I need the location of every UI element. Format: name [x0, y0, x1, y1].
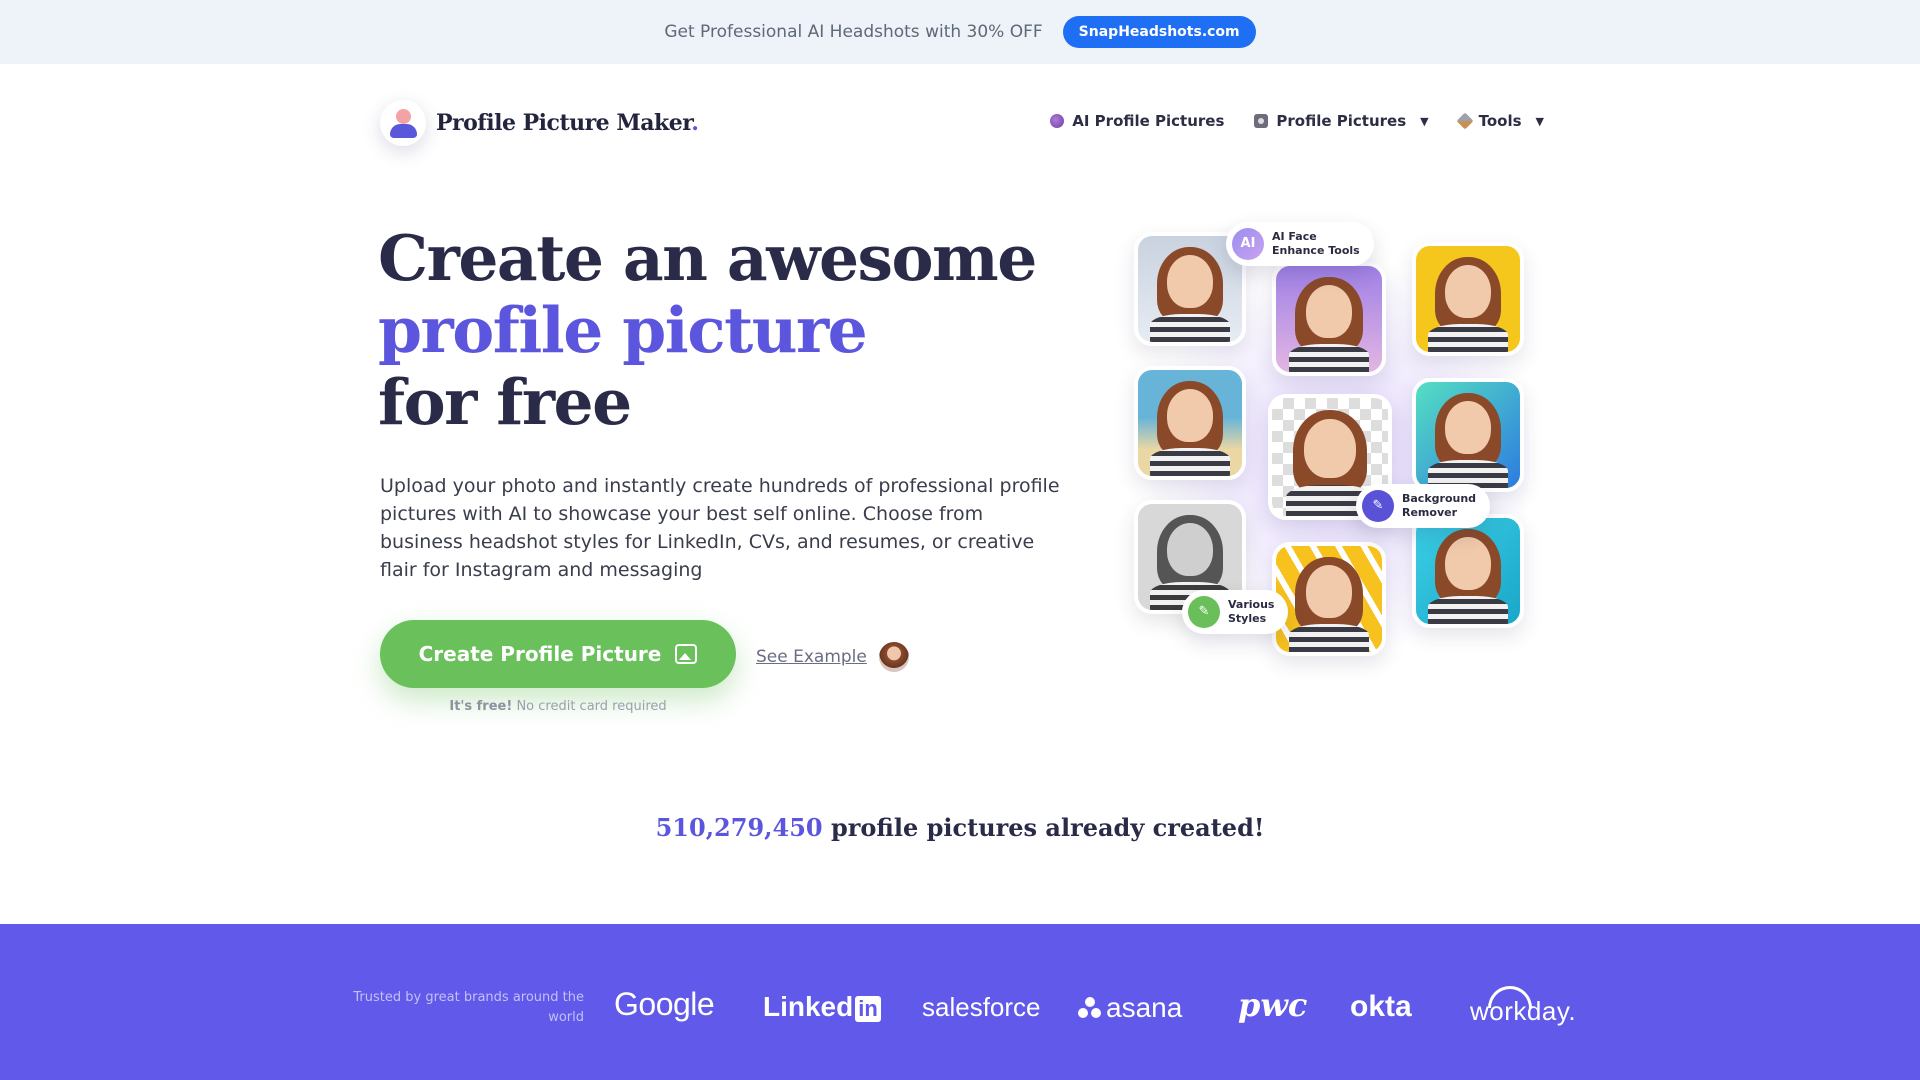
background-remover-badge: ✎ Background Remover: [1356, 484, 1491, 528]
chevron-down-icon: ▼: [1535, 114, 1544, 128]
cta-label: Create Profile Picture: [418, 642, 662, 666]
pwc-logo: pwc: [1238, 986, 1308, 1024]
example-photo-tile: [1412, 242, 1524, 356]
okta-logo: okta: [1350, 990, 1412, 1023]
linkedin-logo: Linked in: [763, 991, 881, 1023]
various-styles-badge: ✎ Various Styles: [1182, 590, 1289, 634]
magic-wand-icon: ✎: [1362, 490, 1394, 522]
example-photo-tile: [1134, 366, 1246, 480]
example-collage: AI AI Face Enhance Tools ✎ Background Remo…: [1120, 220, 1540, 690]
see-example-text: See Example: [756, 647, 867, 667]
brush-icon: ✎: [1188, 596, 1220, 628]
ai-icon: AI: [1232, 228, 1264, 260]
nav-label: AI Profile Pictures: [1072, 112, 1225, 130]
promo-text: Get Professional AI Headshots with 30% O…: [664, 22, 1043, 42]
nav-label: Tools: [1478, 112, 1522, 130]
pictures-created-counter: 510,279,450 profile pictures already cre…: [0, 813, 1920, 842]
google-logo: Google: [614, 986, 715, 1022]
asana-logo: asana: [1078, 992, 1182, 1024]
ai-face-enhance-badge: AI AI Face Enhance Tools: [1226, 222, 1374, 266]
hero-description: Upload your photo and instantly create h…: [380, 475, 1060, 581]
counter-number: 510,279,450: [655, 813, 823, 842]
example-avatar: [878, 642, 909, 672]
nav-tools[interactable]: Tools ▼: [1456, 112, 1544, 130]
promo-button[interactable]: SnapHeadshots.com: [1062, 16, 1256, 48]
brain-icon: [1050, 114, 1065, 128]
camera-icon: [1254, 114, 1269, 128]
nav-profile-pictures[interactable]: Profile Pictures ▼: [1254, 112, 1429, 130]
nav-ai-profile-pictures[interactable]: AI Profile Pictures: [1050, 112, 1224, 130]
hero-title-line1: Create an awesome: [378, 221, 1037, 295]
example-photo-tile: [1272, 262, 1386, 376]
workday-logo: workday.: [1470, 986, 1576, 1027]
main-nav: AI Profile Pictures Profile Pictures ▼ T…: [1050, 112, 1544, 130]
see-example-link[interactable]: See Example: [756, 642, 909, 672]
logo-text: Profile Picture Maker.: [436, 110, 699, 136]
nav-label: Profile Pictures: [1276, 112, 1407, 130]
promo-bar: Get Professional AI Headshots with 30% O…: [0, 0, 1920, 64]
example-photo-tile: [1412, 378, 1524, 492]
hero-title-line2: profile picture: [378, 293, 868, 367]
create-profile-picture-button[interactable]: Create Profile Picture: [380, 620, 736, 688]
hero-title: Create an awesome profile picture for fr…: [378, 221, 1037, 439]
hero-title-line3: for free: [378, 365, 632, 439]
image-icon: [675, 644, 698, 664]
logo[interactable]: Profile Picture Maker.: [380, 100, 699, 146]
free-note: It's free! No credit card required: [380, 699, 736, 714]
free-note-bold: It's free!: [449, 699, 513, 714]
tools-icon: [1456, 112, 1474, 130]
chevron-down-icon: ▼: [1420, 114, 1429, 128]
free-note-rest: No credit card required: [516, 699, 667, 714]
example-photo-tile: [1412, 514, 1524, 628]
asana-dots-icon: [1078, 997, 1102, 1019]
salesforce-logo: salesforce: [922, 992, 1041, 1022]
trusted-brands-band: Trusted by great brands around the world…: [0, 924, 1920, 1080]
counter-text: profile pictures already created!: [830, 813, 1265, 842]
brands-caption: Trusted by great brands around the world: [353, 990, 584, 1025]
logo-avatar-icon: [380, 100, 426, 146]
example-photo-tile: [1272, 542, 1386, 656]
